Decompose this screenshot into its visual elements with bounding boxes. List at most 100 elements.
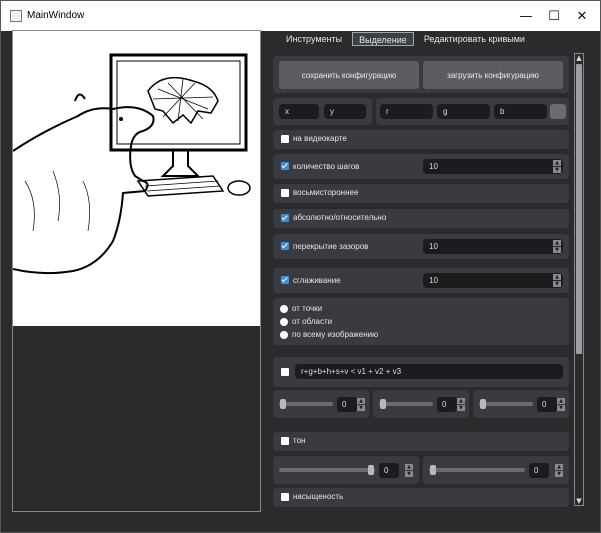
scrollbar-thumb[interactable]	[576, 64, 582, 354]
from-area-label: от области	[292, 317, 333, 326]
from-point-label: от точки	[292, 304, 323, 313]
spin-down-icon[interactable]: ▼	[405, 471, 413, 477]
x-field[interactable]: x	[279, 104, 319, 119]
v3-value: 0	[542, 400, 547, 409]
vertical-scrollbar[interactable]: ▲ ▼	[574, 53, 584, 506]
spin-down-icon[interactable]: ▼	[555, 471, 563, 477]
steps-row: количество шагов 10 ▲ ▼	[273, 154, 569, 179]
mode-radio-group: от точки от области по всему изображению	[273, 298, 569, 345]
eight-way-label: восьмистороннее	[293, 188, 359, 197]
spin-down-icon[interactable]: ▼	[357, 405, 365, 411]
gpu-label: на видеокарте	[293, 134, 347, 143]
tab-edit-curves[interactable]: Редактировать кривыми	[417, 32, 531, 46]
spin-down-icon[interactable]: ▼	[553, 281, 561, 287]
minimize-button[interactable]: —	[511, 1, 541, 31]
v2-panel: 0 ▲ ▼	[373, 390, 469, 418]
v2-slider-handle[interactable]	[380, 399, 386, 409]
smoothing-value: 10	[429, 276, 438, 285]
scroll-up-icon[interactable]: ▲	[575, 54, 583, 62]
v1-slider[interactable]	[279, 402, 333, 406]
eight-way-checkbox[interactable]	[281, 189, 289, 197]
smoothing-spinbox[interactable]: 10 ▲ ▼	[423, 273, 563, 288]
image-viewer[interactable]	[12, 30, 261, 512]
tone-a-panel: 0 ▲ ▼	[273, 456, 419, 484]
tone-a-spinbox[interactable]: 0	[379, 463, 399, 478]
tone-b-panel: 0 ▲ ▼	[423, 456, 569, 484]
tone-b-spinbox[interactable]: 0	[529, 463, 549, 478]
tone-b-slider-handle[interactable]	[430, 465, 436, 475]
v3-slider-handle[interactable]	[480, 399, 486, 409]
steps-spinbox[interactable]: 10 ▲ ▼	[423, 159, 563, 174]
formula-row: r+g+b+h+s+v < v1 + v2 + v3	[273, 357, 569, 387]
spin-up-icon[interactable]: ▲	[555, 464, 563, 470]
tone-b-value: 0	[534, 466, 539, 475]
v1-panel: 0 ▲ ▼	[273, 390, 369, 418]
main-window: MainWindow — ☐ ✕ Инструменты Выделение Р…	[0, 0, 601, 533]
smoothing-checkbox[interactable]	[281, 276, 289, 284]
from-point-radio[interactable]	[280, 305, 288, 313]
steps-checkbox[interactable]	[281, 162, 289, 170]
tone-a-value: 0	[384, 466, 389, 475]
spin-up-icon[interactable]: ▲	[357, 398, 365, 404]
eight-way-row: восьмистороннее	[273, 184, 569, 203]
close-button[interactable]: ✕	[567, 1, 597, 31]
gpu-row: на видеокарте	[273, 130, 569, 149]
steps-label: количество шагов	[293, 162, 360, 171]
spin-down-icon[interactable]: ▼	[457, 405, 465, 411]
v1-spinbox[interactable]: 0	[337, 397, 357, 412]
y-field[interactable]: y	[324, 104, 366, 119]
spin-up-icon[interactable]: ▲	[553, 240, 561, 246]
tone-label: тон	[293, 436, 306, 445]
steps-value: 10	[429, 162, 438, 171]
gap-value: 10	[429, 242, 438, 251]
whole-image-label: по всему изображению	[292, 330, 379, 339]
v3-slider[interactable]	[479, 402, 533, 406]
capybara-drawing-image[interactable]	[13, 31, 260, 326]
v3-spinbox[interactable]: 0	[537, 397, 557, 412]
absolute-relative-checkbox[interactable]	[281, 214, 289, 222]
v2-value: 0	[442, 400, 447, 409]
color-swatch-button[interactable]	[550, 104, 566, 119]
g-field[interactable]: g	[437, 104, 490, 119]
saturation-checkbox[interactable]	[281, 493, 289, 501]
v2-spinbox[interactable]: 0	[437, 397, 457, 412]
scroll-down-icon[interactable]: ▼	[575, 497, 583, 505]
r-field[interactable]: r	[380, 104, 433, 119]
smoothing-row: сглаживание 10 ▲ ▼	[273, 268, 569, 293]
spin-down-icon[interactable]: ▼	[557, 405, 565, 411]
whole-image-radio[interactable]	[280, 331, 288, 339]
smoothing-label: сглаживание	[293, 276, 341, 285]
saturation-row: насыщеность	[273, 488, 569, 507]
maximize-button[interactable]: ☐	[539, 1, 569, 31]
tone-row: тон	[273, 432, 569, 451]
from-area-radio[interactable]	[280, 318, 288, 326]
tab-selection[interactable]: Выделение	[352, 32, 414, 46]
v1-value: 0	[342, 400, 347, 409]
load-config-button[interactable]: загрузить конфигурацию	[423, 61, 563, 89]
save-config-button[interactable]: сохранить конфигурацию	[279, 61, 419, 89]
spin-down-icon[interactable]: ▼	[553, 167, 561, 173]
spin-up-icon[interactable]: ▲	[553, 274, 561, 280]
gap-overlap-label: перекрытие зазоров	[293, 242, 369, 251]
tone-checkbox[interactable]	[281, 437, 289, 445]
spin-down-icon[interactable]: ▼	[553, 247, 561, 253]
title-bar: MainWindow — ☐ ✕	[1, 1, 600, 31]
tone-b-slider[interactable]	[429, 468, 525, 472]
gpu-checkbox[interactable]	[281, 135, 289, 143]
formula-checkbox[interactable]	[281, 368, 289, 376]
tone-a-slider-handle[interactable]	[368, 465, 374, 475]
spin-up-icon[interactable]: ▲	[457, 398, 465, 404]
v2-slider[interactable]	[379, 402, 433, 406]
rgb-panel: r g b	[376, 98, 569, 125]
tone-a-slider[interactable]	[279, 468, 375, 472]
spin-up-icon[interactable]: ▲	[405, 464, 413, 470]
gap-spinbox[interactable]: 10 ▲ ▼	[423, 239, 563, 254]
spin-up-icon[interactable]: ▲	[557, 398, 565, 404]
formula-field[interactable]: r+g+b+h+s+v < v1 + v2 + v3	[295, 364, 563, 379]
tab-tools[interactable]: Инструменты	[280, 32, 349, 46]
v1-slider-handle[interactable]	[280, 399, 286, 409]
gap-overlap-checkbox[interactable]	[281, 242, 289, 250]
spin-up-icon[interactable]: ▲	[553, 160, 561, 166]
saturation-label: насыщеность	[293, 492, 344, 501]
b-field[interactable]: b	[494, 104, 547, 119]
